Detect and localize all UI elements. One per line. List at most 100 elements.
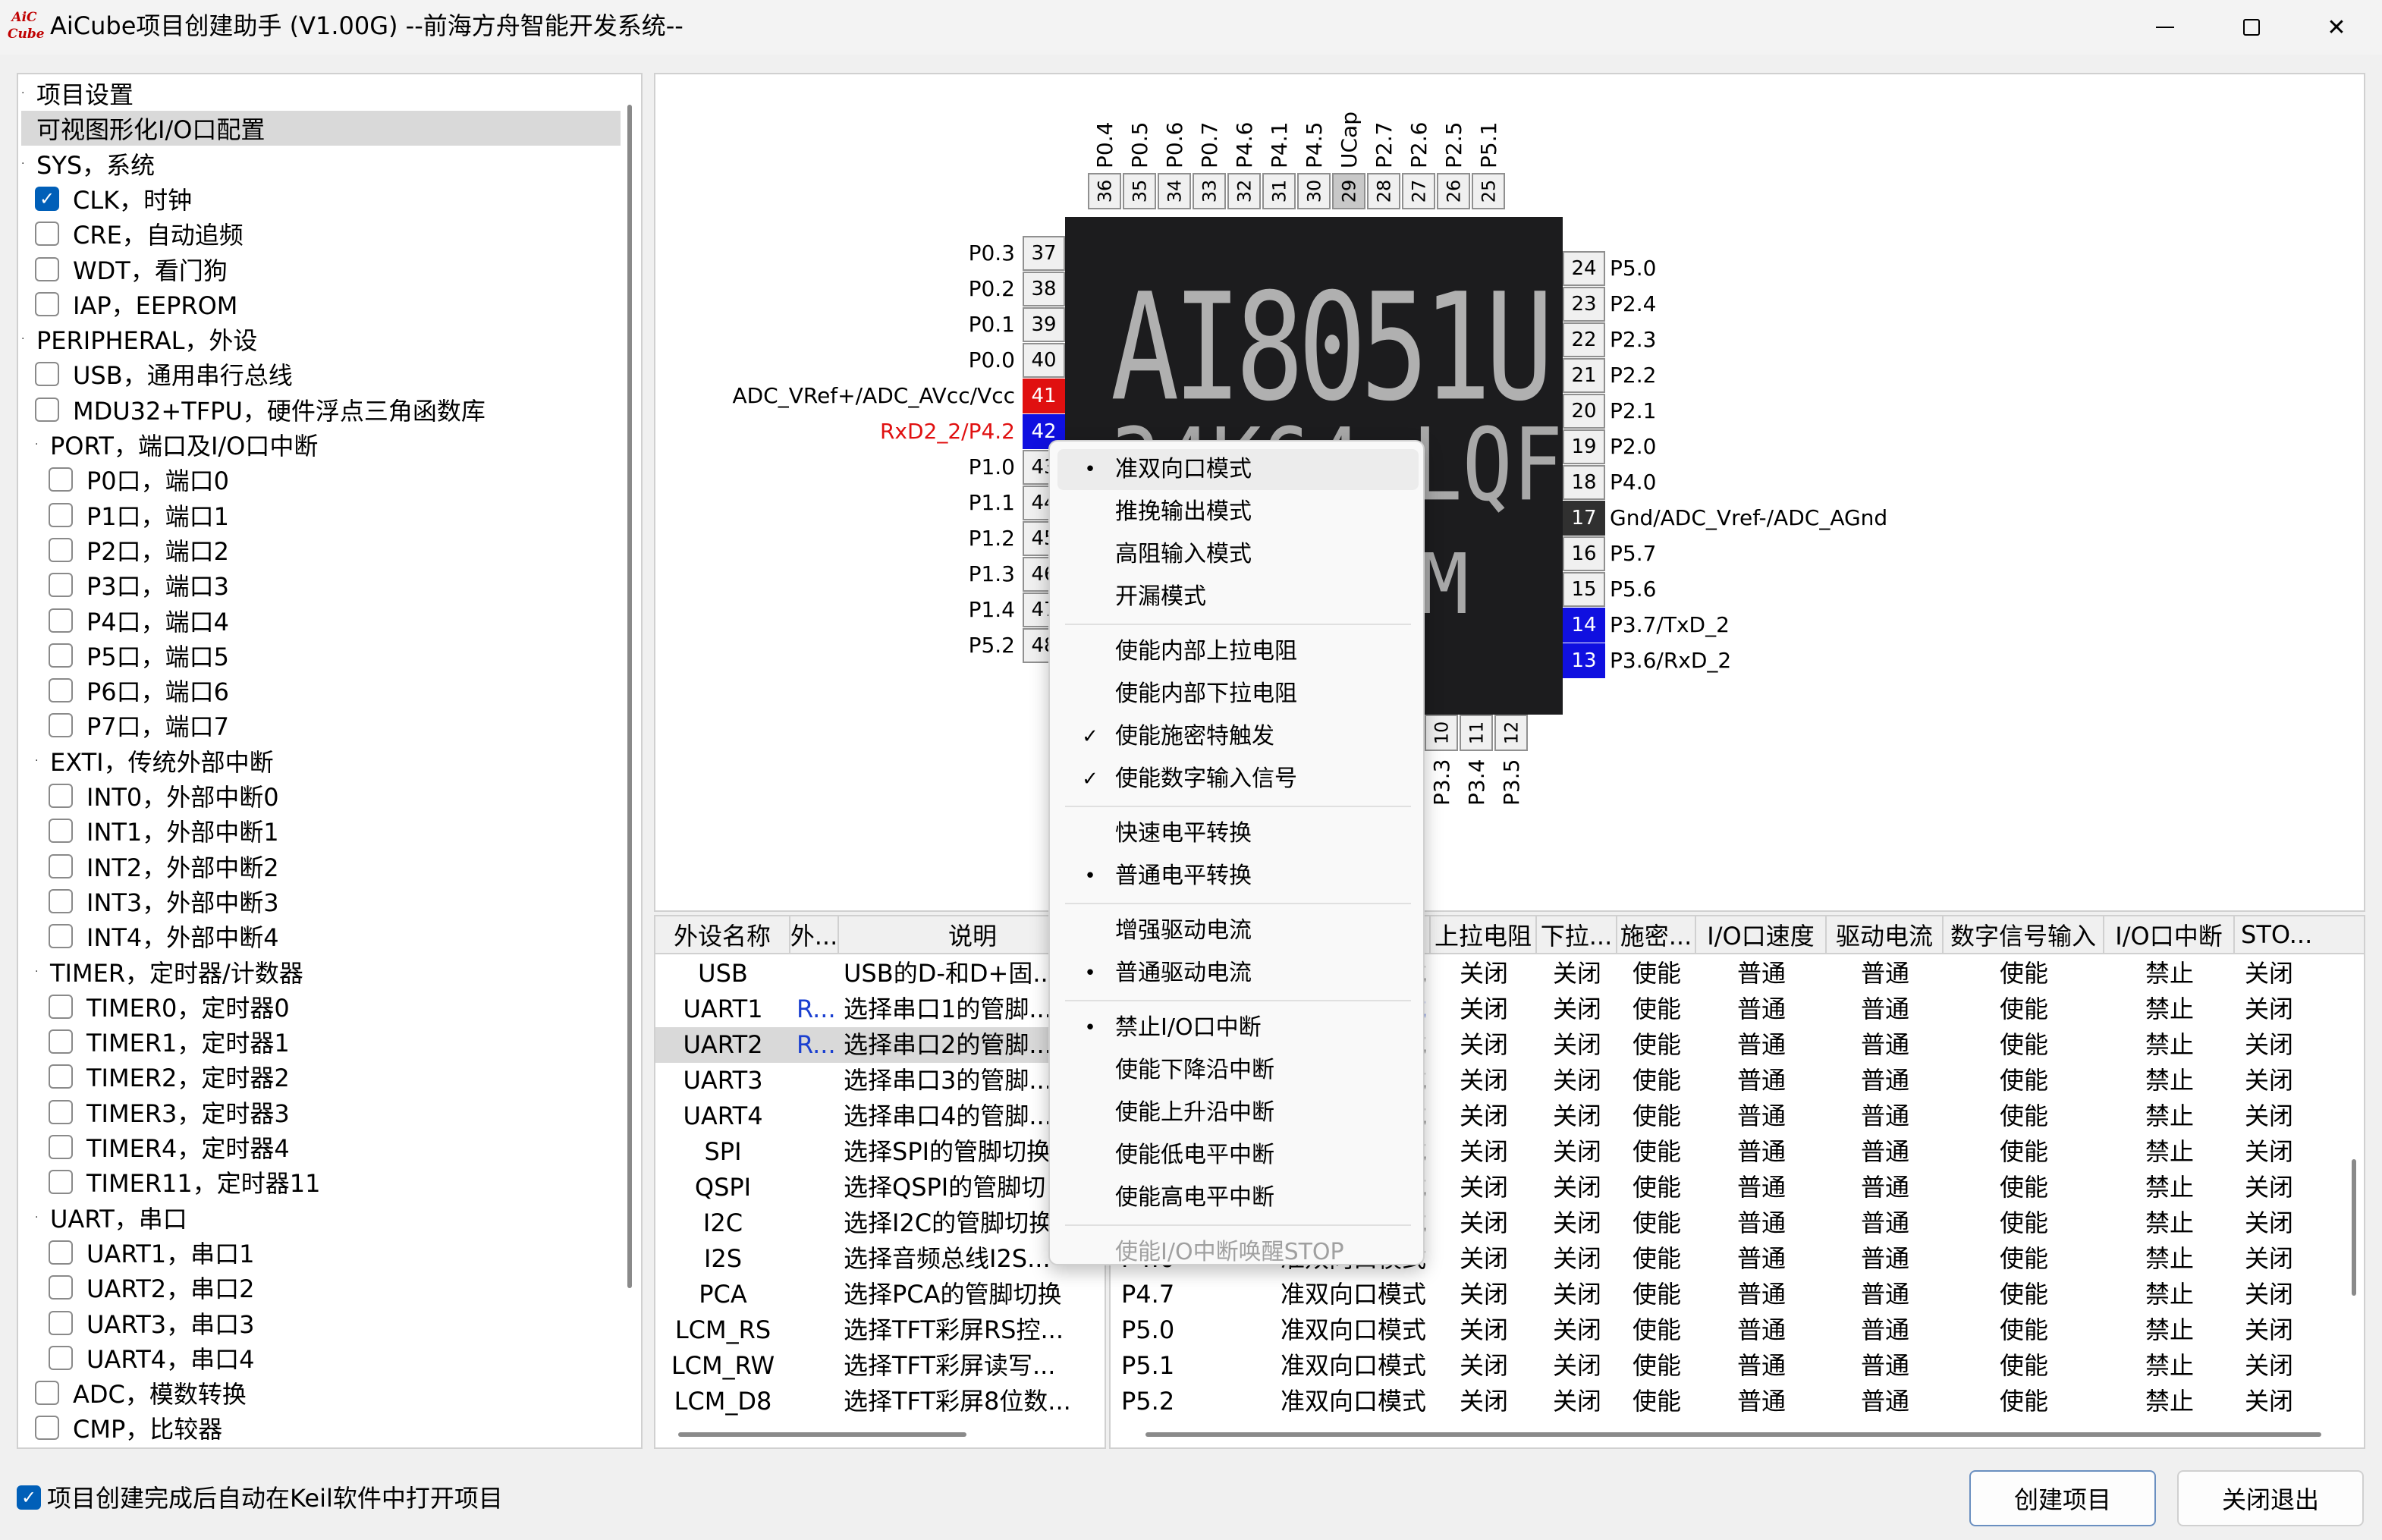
title-bar[interactable]: AiC Cube AiCube项目创建助手 (V1.00G) --前海方舟智能开发… [0, 0, 2382, 55]
minimize-button[interactable] [2120, 0, 2211, 55]
pin-10[interactable]: 10 [1425, 715, 1458, 751]
pin-mode-context-menu[interactable]: • 准双向口模式 推挽输出模式 高阻输入模式 开漏模式 使能内部上拉电阻 使能内部下拉电阻 ✓… [1048, 440, 1425, 1265]
pin-11[interactable]: 11 [1460, 715, 1493, 751]
tree-item-checkbox[interactable] [49, 994, 73, 1019]
tree-item-checkbox[interactable] [49, 573, 73, 598]
table-row[interactable]: P5.2 准双向口模式 关闭 关闭 使能 普通 普通 使能 禁止 关闭 [1111, 1384, 2364, 1419]
tree-item[interactable]: TIMER11，定时器11 [49, 1164, 321, 1199]
pin-23[interactable]: 23 [1563, 287, 1605, 322]
pin-20[interactable]: 20 [1563, 394, 1605, 429]
tree-item-checkbox[interactable] [49, 1064, 73, 1089]
tree-item[interactable]: INT4，外部中断4 [49, 919, 279, 954]
tree-item[interactable]: · TIMER，定时器/计数器 [35, 954, 303, 989]
tree-item-checkbox[interactable] [49, 853, 73, 878]
tree-item[interactable]: UART3，串口3 [49, 1306, 255, 1340]
table-row[interactable]: P5.1 准双向口模式 关闭 关闭 使能 普通 普通 使能 禁止 关闭 [1111, 1348, 2364, 1384]
tree-expand-icon[interactable]: · [35, 438, 46, 451]
peripheral-hscrollbar[interactable] [678, 1432, 966, 1437]
pin-32[interactable]: 32 [1227, 173, 1261, 209]
menu-item[interactable]: 使能上升沿中断 [1057, 1092, 1419, 1133]
pin-13[interactable]: 13 [1563, 643, 1605, 678]
menu-item[interactable]: ✓ 使能施密特触发 [1057, 716, 1419, 757]
tree-item[interactable]: · UART，串口 [35, 1200, 187, 1235]
tree-scrollbar[interactable] [627, 105, 632, 1288]
tree-item-checkbox[interactable] [49, 924, 73, 949]
col-header-speed[interactable]: I/O口速度 [1696, 916, 1827, 954]
tree-item-checkbox[interactable] [35, 1416, 59, 1441]
tree-item[interactable]: UART4，串口4 [49, 1340, 255, 1375]
tree-item[interactable]: P0口，端口0 [49, 462, 229, 497]
tree-item-checkbox[interactable] [49, 1099, 73, 1124]
tree-item[interactable]: UART2，串口2 [49, 1270, 255, 1305]
table-row[interactable]: LCM_RW 选择TFT彩屏读写... [655, 1348, 1105, 1384]
tree-item[interactable]: 可视图形化I/O口配置 [21, 111, 621, 146]
col-header-digital-input[interactable]: 数字信号输入 [1944, 916, 2104, 954]
table-row[interactable]: UART2 R... 选择串口2的管脚... [655, 1027, 1105, 1063]
table-row[interactable]: P4.7 准双向口模式 关闭 关闭 使能 普通 普通 使能 禁止 关闭 [1111, 1277, 2364, 1312]
tree-item[interactable]: ADC，模数转换 [35, 1375, 247, 1410]
tree-item-checkbox[interactable] [49, 819, 73, 844]
tree-item[interactable]: P6口，端口6 [49, 673, 229, 708]
tree-item-checkbox[interactable] [49, 888, 73, 913]
tree-item[interactable]: ✓ CLK，时钟 [35, 181, 192, 216]
menu-item[interactable]: 开漏模式 [1057, 577, 1419, 618]
pin-39[interactable]: 39 [1023, 307, 1065, 342]
table-row[interactable]: USB USB的D-和D+固... [655, 956, 1105, 992]
tree-expand-icon[interactable]: · [35, 1212, 46, 1224]
col-header-stop[interactable]: STO... [2235, 916, 2364, 954]
auto-open-keil-checkbox[interactable]: ✓ [17, 1485, 41, 1510]
tree-item[interactable]: CMP，比较器 [35, 1410, 222, 1445]
tree-item-checkbox[interactable] [49, 1135, 73, 1159]
tree-item-checkbox[interactable] [35, 362, 59, 387]
pin-41[interactable]: 41 [1023, 379, 1065, 413]
io-vscrollbar[interactable] [2352, 1159, 2356, 1296]
tree-item[interactable]: INT0，外部中断0 [49, 778, 279, 813]
pin-34[interactable]: 34 [1158, 173, 1191, 209]
tree-expand-icon[interactable]: · [35, 966, 46, 978]
table-row[interactable]: QSPI 选择QSPI的管脚切 [655, 1170, 1105, 1205]
tree-expand-icon[interactable]: · [35, 755, 46, 767]
menu-item[interactable]: • 普通驱动电流 [1057, 953, 1419, 994]
pin-27[interactable]: 27 [1402, 173, 1435, 209]
tree-item-checkbox[interactable] [49, 1170, 73, 1195]
tree-item[interactable]: CRE，自动追频 [35, 216, 244, 251]
table-row[interactable]: LCM_RS 选择TFT彩屏RS控... [655, 1312, 1105, 1348]
menu-item[interactable]: 使能高电平中断 [1057, 1177, 1419, 1218]
tree-expand-icon[interactable]: · [21, 87, 32, 99]
tree-item-checkbox[interactable] [49, 502, 73, 527]
tree-item-checkbox[interactable] [49, 643, 73, 668]
tree-item[interactable]: · PORT，端口及I/O口中断 [35, 427, 318, 462]
tree-item[interactable]: MDU32+TFPU，硬件浮点三角函数库 [35, 392, 486, 427]
pin-33[interactable]: 33 [1193, 173, 1226, 209]
menu-item[interactable]: • 准双向口模式 [1057, 449, 1419, 490]
tree-item-checkbox[interactable] [35, 256, 59, 281]
tree-item[interactable]: INT1，外部中断1 [49, 813, 279, 848]
tree-item-checkbox[interactable] [49, 1345, 73, 1370]
tree-item-checkbox[interactable] [49, 1275, 73, 1300]
pin-16[interactable]: 16 [1563, 536, 1605, 571]
pin-30[interactable]: 30 [1297, 173, 1331, 209]
config-tree[interactable]: · 项目设置 可视图形化I/O口配置 · SYS，系统 ✓ CLK，时钟 CRE，自动追频 WD… [17, 73, 643, 1449]
menu-item[interactable]: 使能内部下拉电阻 [1057, 674, 1419, 715]
tree-item-checkbox[interactable] [35, 1381, 59, 1406]
tree-item[interactable]: P3口，端口3 [49, 567, 229, 602]
pin-38[interactable]: 38 [1023, 272, 1065, 306]
table-row[interactable]: UART4 选择串口4的管脚... [655, 1098, 1105, 1134]
table-row[interactable]: SPI 选择SPI的管脚切换 [655, 1134, 1105, 1170]
pin-18[interactable]: 18 [1563, 465, 1605, 500]
menu-item[interactable]: 推挽输出模式 [1057, 492, 1419, 533]
col-header-pulldown[interactable]: 下拉... [1537, 916, 1617, 954]
menu-item[interactable]: • 禁止I/O口中断 [1057, 1007, 1419, 1048]
pin-15[interactable]: 15 [1563, 572, 1605, 607]
pin-29[interactable]: 29 [1332, 173, 1365, 209]
pin-14[interactable]: 14 [1563, 608, 1605, 643]
tree-item[interactable]: P5口，端口5 [49, 638, 229, 673]
close-window-button[interactable]: ✕ [2291, 0, 2382, 55]
tree-item-checkbox[interactable] [49, 537, 73, 562]
tree-item[interactable]: WDT，看门狗 [35, 252, 228, 287]
table-row[interactable]: I2C 选择I2C的管脚切换 [655, 1205, 1105, 1241]
col-header-schmitt[interactable]: 施密... [1617, 916, 1696, 954]
tree-item[interactable]: TIMER1，定时器1 [49, 1024, 290, 1059]
tree-expand-icon[interactable]: · [21, 333, 32, 345]
tree-item[interactable]: · EXTI，传统外部中断 [35, 743, 274, 778]
